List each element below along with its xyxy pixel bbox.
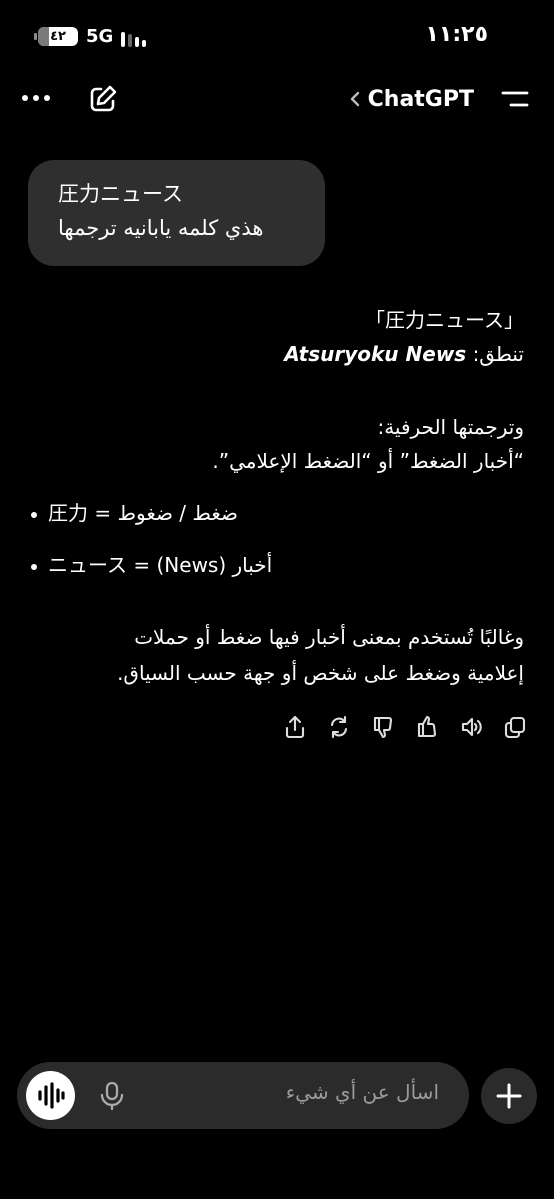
new-chat-button[interactable] xyxy=(86,82,120,116)
dot-icon xyxy=(33,95,39,101)
chat-header: ChatGPT xyxy=(0,70,554,128)
list-item: 圧力 = ضغط / ضغوط xyxy=(48,496,238,530)
dot-icon xyxy=(22,95,28,101)
status-bar: ٤٢ 5G ١١:٢٥ xyxy=(0,0,554,70)
plus-icon xyxy=(496,1083,522,1109)
bullet-dot xyxy=(31,512,37,518)
clock: ١١:٢٥ xyxy=(425,22,488,47)
bullet-equals: = xyxy=(94,501,112,525)
regenerate-icon[interactable] xyxy=(328,714,350,740)
list-item: ニュース = أخبار (News) xyxy=(48,548,272,582)
signal-icon xyxy=(121,29,151,47)
model-selector[interactable]: ChatGPT xyxy=(348,82,474,116)
bullet-japanese: 圧力 xyxy=(48,501,88,525)
dictate-button[interactable] xyxy=(99,1081,125,1111)
message-composer[interactable]: اسأل عن أي شيء xyxy=(17,1062,469,1129)
bullet-arabic: أخبار (News) xyxy=(156,553,273,577)
bullet-dot xyxy=(31,564,37,570)
thumbs-up-icon[interactable] xyxy=(416,714,438,740)
pronunciation-value: Atsuryoku News xyxy=(284,342,467,366)
add-attachment-button[interactable] xyxy=(481,1068,537,1124)
paragraph-line: وغالبًا تُستخدم بمعنى أخبار فيها ضغط أو … xyxy=(134,625,524,649)
user-message-line: هذي كلمه يابانيه ترجمها xyxy=(58,216,264,240)
copy-icon[interactable] xyxy=(504,714,526,740)
more-options-button[interactable] xyxy=(22,86,58,110)
speaker-icon[interactable] xyxy=(460,714,482,740)
paragraph-line: إعلامية وضغط على شخص أو جهة حسب السياق. xyxy=(117,661,524,685)
sidebar-menu-button[interactable] xyxy=(500,87,530,111)
voice-mode-icon xyxy=(38,1082,65,1109)
page-title: ChatGPT xyxy=(367,86,474,112)
message-actions xyxy=(284,714,526,740)
translation-label: وترجمتها الحرفية: xyxy=(377,415,524,439)
message-input[interactable]: اسأل عن أي شيء xyxy=(286,1080,439,1104)
user-message-bubble[interactable]: 圧力ニュース هذي كلمه يابانيه ترجمها xyxy=(28,160,325,266)
pronunciation-label: تنطق: xyxy=(472,342,524,366)
bullet-equals: = xyxy=(133,553,151,577)
microphone-icon xyxy=(100,1081,124,1111)
battery-indicator: ٤٢ xyxy=(34,27,78,46)
thumbs-down-icon[interactable] xyxy=(372,714,394,740)
japanese-term: 「圧力ニュース」 xyxy=(365,308,524,332)
share-icon[interactable] xyxy=(284,714,306,740)
voice-mode-button[interactable] xyxy=(26,1071,75,1120)
dot-icon xyxy=(44,95,50,101)
menu-icon xyxy=(501,91,529,107)
chevron-left-icon xyxy=(350,91,359,107)
bullet-arabic: ضغط / ضغوط xyxy=(117,501,239,525)
bullet-japanese: ニュース xyxy=(48,553,127,577)
translation-value: “أخبار الضغط” أو “الضغط الإعلامي”. xyxy=(212,449,524,473)
network-type: 5G xyxy=(86,26,114,47)
edit-icon xyxy=(90,85,117,112)
pronunciation-line: تنطق: Atsuryoku News xyxy=(284,337,524,371)
user-message-line: 圧力ニュース xyxy=(58,182,183,206)
